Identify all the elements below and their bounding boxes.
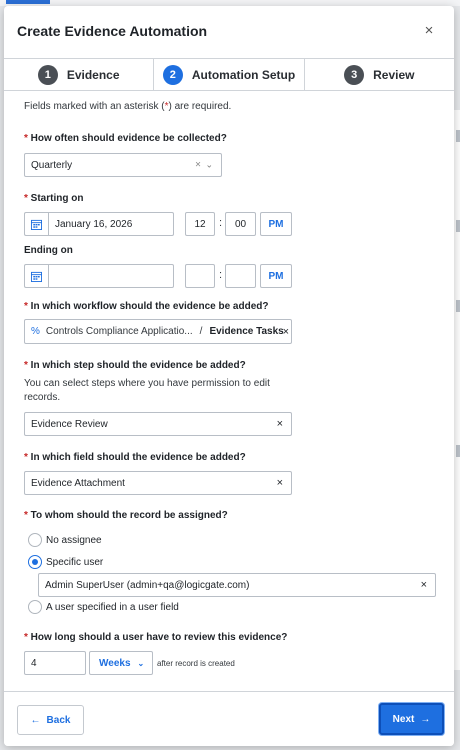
modal-footer: ← Back Next →: [4, 691, 454, 746]
ending-on-label: Ending on: [24, 245, 73, 256]
step-help-text: You can select steps where you have perm…: [24, 378, 270, 403]
step-label: * In which step should the evidence be a…: [24, 360, 246, 371]
step-label: Review: [373, 67, 415, 82]
workflow-label: * In which workflow should the evidence …: [24, 301, 269, 312]
required-note: Fields marked with an asterisk (*) are r…: [24, 101, 232, 112]
radio-label-no-assignee: No assignee: [46, 535, 102, 546]
after-record-text: after record is created: [157, 659, 235, 668]
end-ampm-toggle[interactable]: PM: [260, 264, 292, 288]
review-amount-input[interactable]: 4: [24, 651, 86, 675]
field-label: * In which field should the evidence be …: [24, 452, 246, 463]
clear-icon[interactable]: ×: [195, 160, 201, 171]
background-mark: [456, 130, 460, 142]
start-hour-input[interactable]: 12: [185, 212, 215, 236]
modal-header: Create Evidence Automation ×: [4, 6, 454, 58]
create-evidence-automation-modal: Create Evidence Automation × 1 Evidence …: [4, 6, 454, 746]
end-hour-input[interactable]: [185, 264, 215, 288]
clear-icon[interactable]: ×: [277, 477, 283, 489]
assignee-label: * To whom should the record be assigned?: [24, 510, 228, 521]
workflow-select[interactable]: % Controls Compliance Applicatio... / Ev…: [24, 319, 292, 344]
time-colon: :: [219, 269, 223, 281]
start-minute-input[interactable]: 00: [225, 212, 256, 236]
starting-on-label: * Starting on: [24, 193, 84, 204]
modal-title: Create Evidence Automation: [17, 23, 208, 39]
clear-icon[interactable]: ×: [277, 418, 283, 430]
next-button[interactable]: Next →: [379, 703, 444, 735]
workflow-separator: /: [199, 326, 203, 337]
step-number: 2: [162, 64, 183, 85]
background-tab-indicator: [6, 0, 50, 4]
step-automation-setup[interactable]: 2 Automation Setup: [154, 59, 305, 90]
time-colon: :: [219, 217, 223, 229]
frequency-label: * How often should evidence be collected…: [24, 133, 227, 144]
user-select[interactable]: Admin SuperUser (admin+qa@logicgate.com)…: [38, 573, 436, 597]
arrow-left-icon: ←: [30, 714, 41, 726]
clear-icon[interactable]: ×: [421, 579, 427, 591]
chevron-down-icon: ⌄: [137, 658, 145, 668]
start-date-input[interactable]: January 16, 2026: [48, 212, 174, 236]
radio-label-user-field: A user specified in a user field: [46, 602, 179, 613]
calendar-icon[interactable]: [24, 264, 48, 288]
background-mark: [456, 220, 460, 232]
workflow-icon: %: [31, 326, 40, 337]
radio-label-specific-user: Specific user: [46, 557, 104, 568]
calendar-icon[interactable]: [24, 212, 48, 236]
end-minute-input[interactable]: [225, 264, 256, 288]
arrow-right-icon: →: [420, 713, 431, 725]
step-select[interactable]: Evidence Review ×: [24, 412, 292, 436]
field-select[interactable]: Evidence Attachment ×: [24, 471, 292, 495]
step-number: 1: [37, 64, 58, 85]
background-mark: [456, 300, 460, 312]
review-unit-select[interactable]: Weeks ⌄: [89, 651, 153, 675]
radio-no-assignee[interactable]: [28, 533, 42, 547]
clear-icon[interactable]: ×: [283, 326, 289, 338]
workflow-name: Evidence Tasks: [209, 326, 284, 337]
step-label: Automation Setup: [191, 67, 296, 82]
review-duration-label: * How long should a user have to review …: [24, 632, 288, 643]
workflow-app-name: Controls Compliance Applicatio...: [45, 326, 193, 337]
step-evidence[interactable]: 1 Evidence: [4, 59, 155, 90]
end-date-input[interactable]: [48, 264, 174, 288]
form-content: Fields marked with an asterisk (*) are r…: [24, 92, 444, 692]
step-label: Evidence: [66, 67, 120, 82]
chevron-down-icon: ⌄: [205, 159, 213, 170]
radio-specific-user[interactable]: [28, 555, 42, 569]
background-mark: [456, 445, 460, 457]
back-button[interactable]: ← Back: [17, 705, 84, 735]
step-number: 3: [344, 64, 365, 85]
step-review[interactable]: 3 Review: [305, 59, 454, 90]
frequency-select[interactable]: Quarterly × ⌄: [24, 153, 222, 177]
start-ampm-toggle[interactable]: PM: [260, 212, 292, 236]
wizard-stepper: 1 Evidence 2 Automation Setup 3 Review: [4, 58, 454, 91]
close-icon[interactable]: ×: [420, 22, 438, 40]
radio-user-field[interactable]: [28, 600, 42, 614]
